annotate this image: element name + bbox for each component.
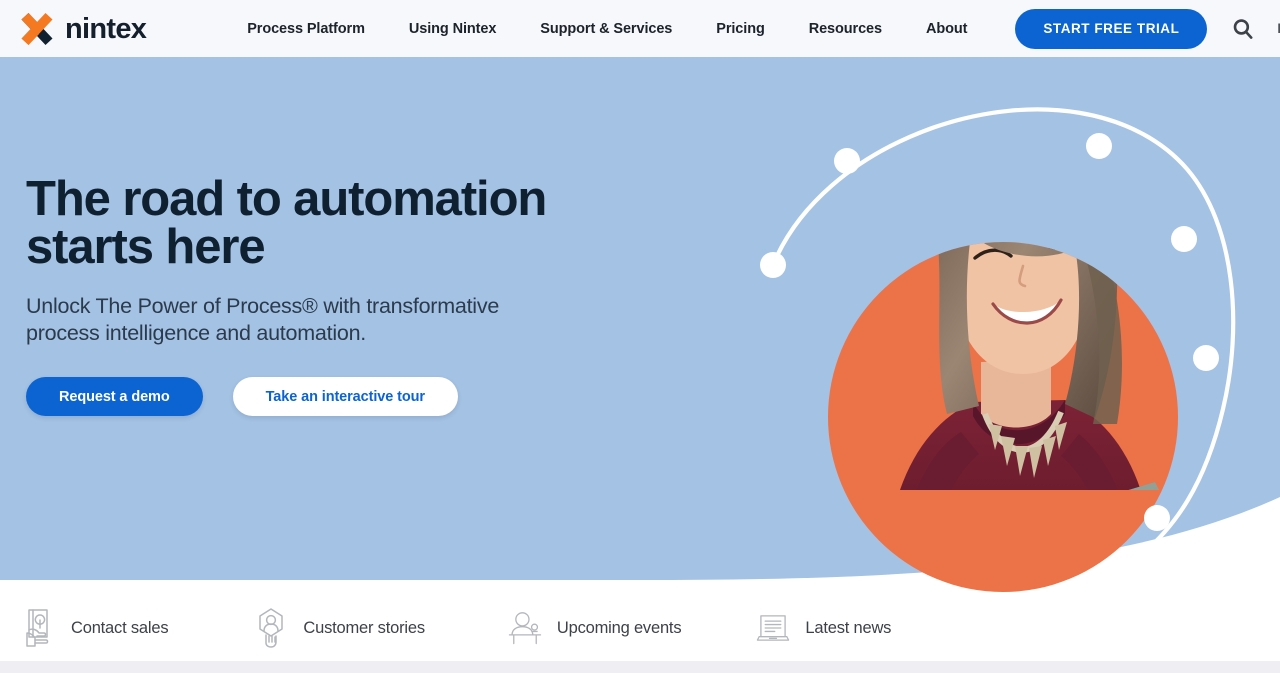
quick-link-customer-stories[interactable]: Customer stories [252,606,425,650]
nav-item-process-platform[interactable]: Process Platform [225,21,387,37]
arc-node-4 [1171,226,1197,252]
nav-item-pricing[interactable]: Pricing [694,21,786,37]
bottom-strip [0,661,1280,673]
speaker-podium-icon [508,612,542,645]
hero-cta-group: Request a demo Take an interactive tour [26,377,646,416]
arc-node-3 [1086,133,1112,159]
nintex-x-logo-icon [21,12,53,45]
quick-link-label: Contact sales [71,618,169,637]
hero-title: The road to automation starts here [26,172,547,274]
main-nav: Process Platform Using Nintex Support & … [225,21,989,37]
site-header: nintex Process Platform Using Nintex Sup… [0,0,1280,57]
page-root: nintex Process Platform Using Nintex Sup… [0,0,1280,673]
quick-links-bar: Contact sales Customer stories Upcoming … [0,598,1280,658]
nav-item-using-nintex[interactable]: Using Nintex [387,21,518,37]
search-button[interactable] [1231,16,1255,42]
quick-link-latest-news[interactable]: Latest news [754,606,891,650]
hero-artwork [735,57,1280,592]
hero-subtitle: Unlock The Power of Process® with transf… [26,294,500,345]
nav-item-resources[interactable]: Resources [787,21,904,37]
quick-link-label: Upcoming events [556,618,682,637]
phone-hand-icon [26,609,49,647]
arc-node-2 [834,148,860,174]
take-interactive-tour-button[interactable]: Take an interactive tour [232,377,458,416]
hero-photo-circle [828,242,1178,592]
nav-item-support-services[interactable]: Support & Services [518,21,694,37]
laptop-news-icon [757,615,790,641]
nav-item-about[interactable]: About [904,21,989,37]
arc-node-1 [760,252,786,278]
start-free-trial-button[interactable]: START FREE TRIAL [1015,8,1208,49]
hero-section: The road to automation starts here Unloc… [0,57,1280,592]
arc-node-5 [1193,345,1219,371]
search-icon [1234,18,1253,39]
quick-link-label: Latest news [805,618,892,637]
quick-link-label: Customer stories [303,618,425,637]
nintex-wordmark: nintex [65,12,147,45]
quick-link-contact-sales[interactable]: Contact sales [20,606,169,650]
person-badge-icon [259,608,284,648]
hero-copy: The road to automation starts here Unloc… [26,175,646,416]
nintex-logo-link[interactable]: nintex [19,12,147,46]
quick-link-upcoming-events[interactable]: Upcoming events [506,606,682,650]
request-a-demo-button[interactable]: Request a demo [26,377,203,416]
